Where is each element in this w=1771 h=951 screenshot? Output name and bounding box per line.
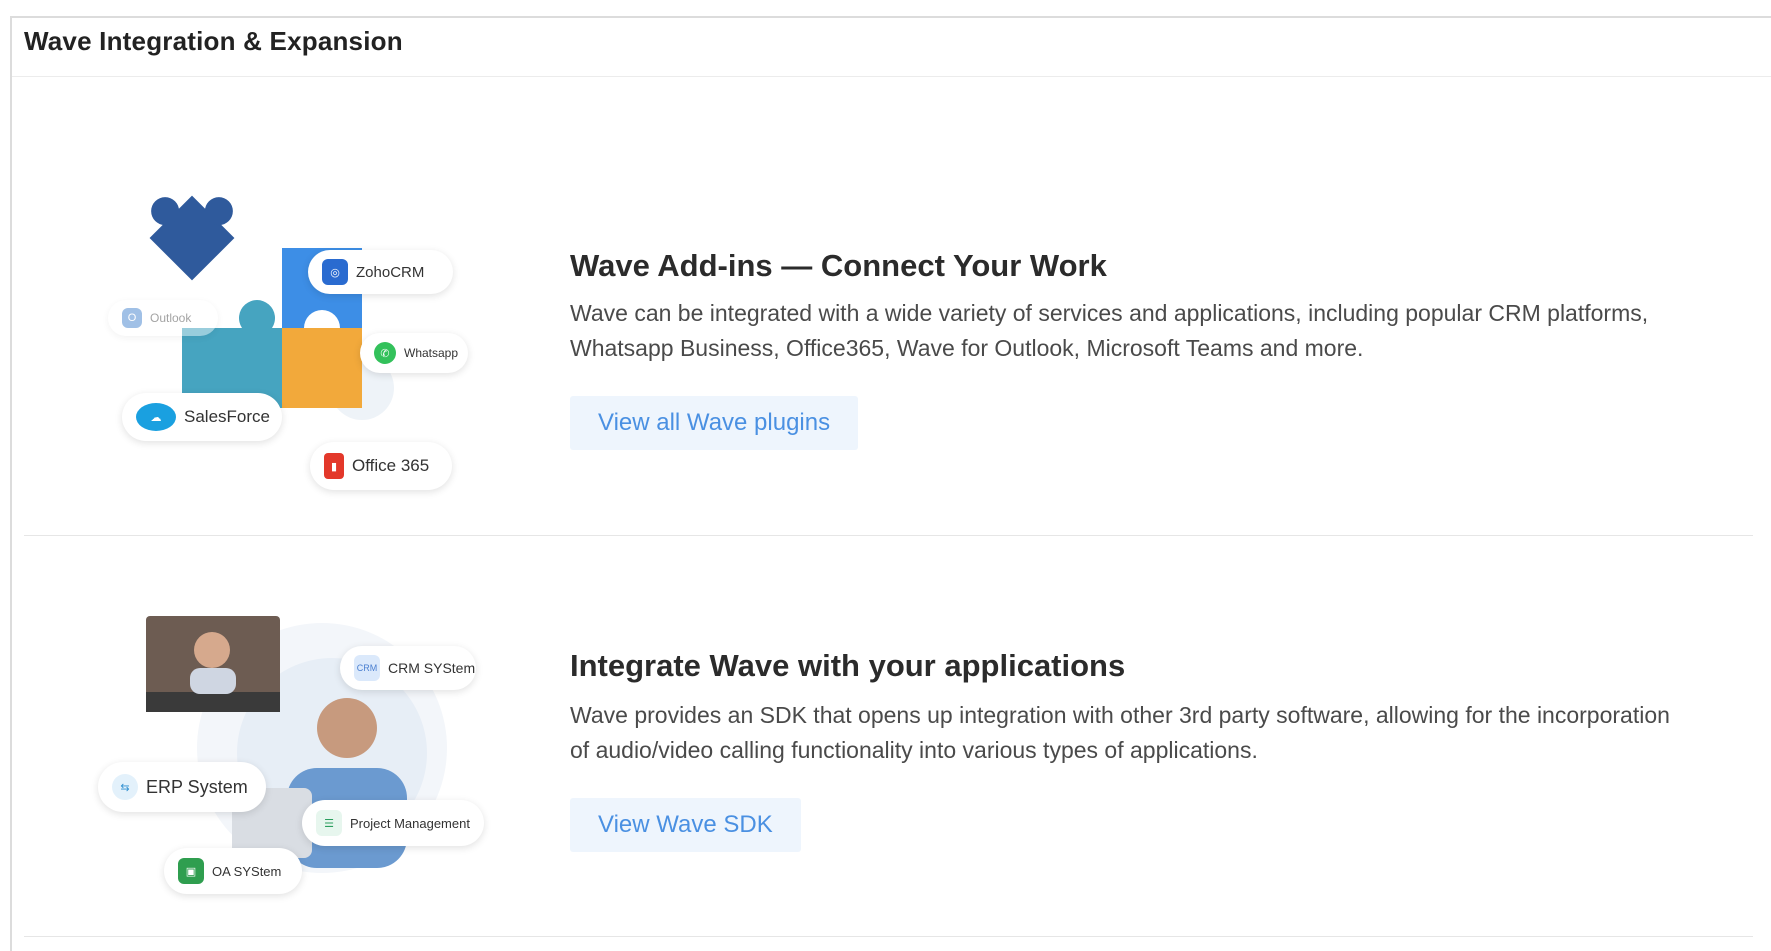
oa-chip: ▣ OA SYStem — [164, 848, 302, 894]
sdk-title: Integrate Wave with your applications — [570, 648, 1126, 683]
zohocrm-chip: ◎ ZohoCRM — [308, 250, 453, 294]
zohocrm-label: ZohoCRM — [356, 263, 425, 281]
oa-label: OA SYStem — [212, 863, 282, 879]
sdk-description: Wave provides an SDK that opens up integ… — [570, 702, 1670, 763]
outlook-label: Outlook — [150, 311, 192, 325]
whatsapp-label: Whatsapp — [404, 346, 459, 360]
view-wave-sdk-button[interactable]: View Wave SDK — [570, 798, 801, 852]
crm-chip: CRM CRM SYStem — [340, 646, 476, 690]
view-all-plugins-button[interactable]: View all Wave plugins — [570, 396, 859, 450]
integration-panel: Wave Integration & Expansion ◎ ZohoCRM O… — [10, 16, 1771, 951]
office365-icon: ▮ — [324, 453, 344, 479]
title-divider — [12, 76, 1771, 77]
zohocrm-icon: ◎ — [322, 259, 348, 285]
whatsapp-icon: ✆ — [374, 342, 396, 364]
panel-title: Wave Integration & Expansion — [24, 26, 403, 56]
erp-chip: ⇆ ERP System — [98, 762, 266, 812]
whatsapp-chip: ✆ Whatsapp — [360, 333, 468, 373]
erp-label: ERP System — [146, 776, 248, 797]
salesforce-label: SalesForce — [184, 407, 270, 426]
crm-icon: CRM — [354, 655, 380, 681]
project-management-icon: ☰ — [316, 810, 342, 836]
addins-title: Wave Add-ins — Connect Your Work — [570, 248, 1107, 283]
office365-label: Office 365 — [352, 456, 430, 475]
oa-icon: ▣ — [178, 858, 204, 884]
addins-description: Wave can be integrated with a wide varie… — [570, 300, 1649, 361]
section-divider — [24, 535, 1753, 536]
salesforce-chip: ☁ SalesForce — [122, 393, 282, 441]
salesforce-icon: ☁ — [136, 403, 176, 431]
project-management-label: Project Management — [350, 815, 470, 831]
bottom-divider — [24, 936, 1753, 937]
erp-icon: ⇆ — [112, 774, 138, 800]
outlook-icon: O — [122, 308, 142, 328]
project-management-chip: ☰ Project Management — [302, 800, 484, 846]
office365-chip: ▮ Office 365 — [310, 442, 452, 490]
crm-label: CRM SYStem — [388, 660, 476, 676]
outlook-chip: O Outlook — [108, 300, 218, 336]
